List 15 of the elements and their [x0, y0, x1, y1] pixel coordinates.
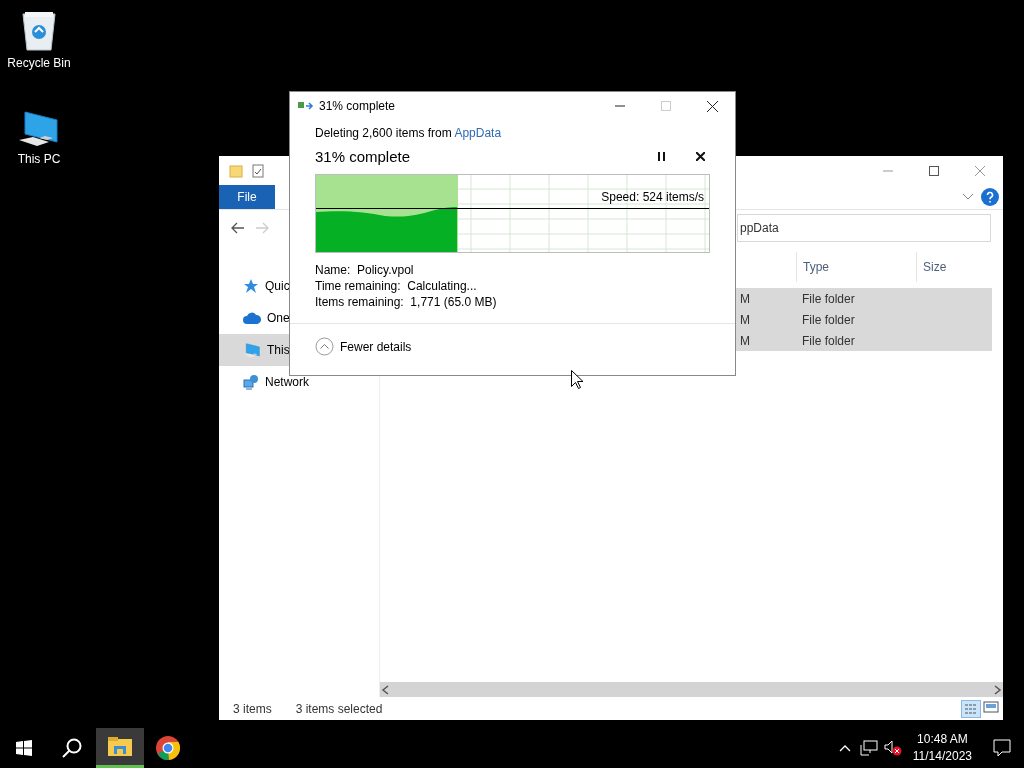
table-cell: File folder: [796, 309, 916, 330]
window-title: 31% complete: [319, 99, 396, 113]
table-cell: M: [734, 288, 796, 309]
progress-heading: 31% complete: [315, 147, 411, 165]
detail-line: Name: Policy.vpol: [315, 263, 415, 277]
table-cell: M: [734, 330, 796, 351]
detail-line: Items remaining: 1,771 (65.0 MB): [315, 295, 498, 309]
detail-line: Time remaining: Calculating...: [315, 279, 478, 293]
status-text: 3 items: [233, 701, 272, 716]
table-cell: File folder: [796, 330, 916, 351]
speed-label: Speed: 524 items/s: [601, 190, 704, 204]
status-text: 3 items selected: [295, 701, 383, 716]
table-cell: File folder: [796, 288, 916, 309]
operation-description: Deleting 2,600 items from AppData: [315, 126, 503, 142]
table-cell: M: [734, 309, 796, 330]
